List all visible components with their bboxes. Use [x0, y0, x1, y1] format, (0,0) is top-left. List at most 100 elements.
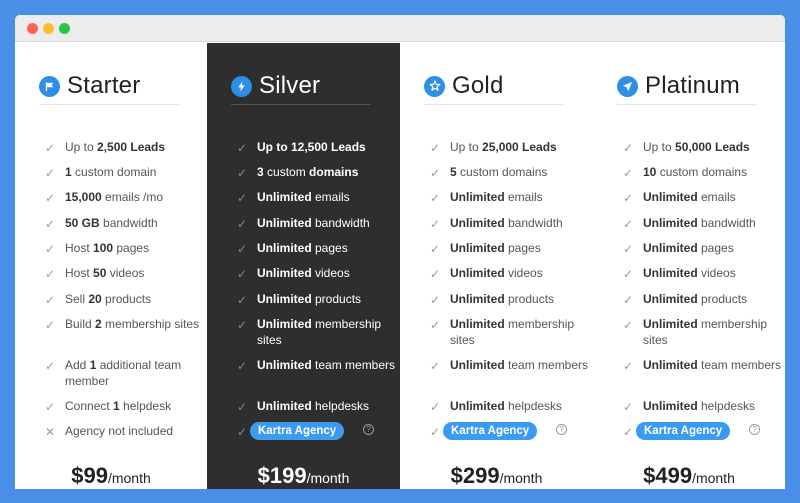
price-amount: $199: [257, 463, 307, 488]
feature-text: Unlimited pages: [643, 241, 734, 255]
price-period: /month: [107, 470, 151, 486]
check-icon: ✓: [430, 359, 441, 373]
help-icon[interactable]: ?: [363, 424, 374, 435]
kartra-agency-badge: Kartra Agency: [443, 422, 538, 440]
check-icon: ✓: [430, 293, 441, 307]
price-amount: $299: [450, 463, 500, 488]
feature-text: 1 custom domain: [65, 165, 157, 179]
price-period: /month: [692, 470, 735, 486]
pricing-table: Starter ✓ Up to 2,500 Leads ✓ 1 custom domai…: [15, 43, 785, 489]
feature-text: Build 2 membership sites: [65, 317, 200, 331]
check-icon: ✓: [623, 141, 634, 155]
plan-header: Platinum: [617, 71, 740, 101]
check-icon: ✓: [430, 166, 441, 180]
price-amount: $99: [71, 463, 108, 488]
check-icon: ✓: [430, 191, 441, 205]
help-icon[interactable]: ?: [749, 424, 760, 435]
check-icon: ✓: [623, 400, 634, 414]
feature-text: Unlimited membership sites: [450, 317, 575, 347]
check-icon: ✓: [237, 242, 248, 256]
check-icon: ✓: [237, 359, 248, 373]
feature-text: 50 GB bandwidth: [65, 216, 158, 230]
feature-text: Unlimited team members: [643, 358, 782, 372]
check-icon: ✓: [45, 318, 56, 332]
feature-text: Up to 25,000 Leads: [450, 140, 557, 154]
feature-text: Sell 20 products: [65, 292, 152, 306]
plan-name: Silver: [259, 72, 321, 99]
check-icon: ✓: [237, 166, 248, 180]
feature-text: Unlimited products: [257, 292, 362, 306]
check-icon: ✓: [623, 191, 634, 205]
feature-text: Unlimited emails: [643, 190, 736, 204]
cross-icon: ✕: [45, 425, 56, 439]
check-icon: ✓: [430, 217, 441, 231]
price-period: /month: [499, 470, 543, 486]
feature-text: 15,000 emails /mo: [65, 190, 164, 204]
feature-text: Up to 2,500 Leads: [65, 140, 166, 154]
kartra-agency-badge: Kartra Agency: [636, 422, 731, 440]
feature-text: Host 50 videos: [65, 266, 145, 280]
feature-text: Up to 12,500 Leads: [257, 140, 366, 154]
feature-text: Unlimited bandwidth: [643, 216, 756, 230]
close-window-button[interactable]: [27, 23, 38, 34]
check-icon: ✓: [237, 191, 248, 205]
star-icon: [424, 75, 445, 97]
plan-column-silver: Silver ✓ Up to 12,500 Leads ✓ 3 custom domai…: [207, 43, 400, 489]
check-icon: ✓: [623, 318, 634, 332]
feature-text: Unlimited videos: [450, 266, 543, 280]
feature-text: Host 100 pages: [65, 241, 150, 255]
plan-price: $199/month: [207, 463, 400, 489]
help-icon[interactable]: ?: [556, 424, 567, 435]
check-icon: ✓: [45, 400, 56, 414]
plan-name: Gold: [452, 72, 504, 99]
flag-icon: [39, 75, 60, 97]
browser-window: Starter ✓ Up to 2,500 Leads ✓ 1 custom domai…: [15, 15, 785, 489]
feature-text: Unlimited products: [643, 292, 748, 306]
check-icon: ✓: [623, 293, 634, 307]
check-icon: ✓: [430, 267, 441, 281]
check-icon: ✓: [237, 267, 248, 281]
feature-text: Unlimited helpdesks: [643, 399, 756, 413]
check-icon: ✓: [237, 318, 248, 332]
check-icon: ✓: [45, 191, 56, 205]
feature-text: Unlimited products: [450, 292, 555, 306]
feature-text: Unlimited helpdesks: [450, 399, 563, 413]
check-icon: ✓: [45, 166, 56, 180]
feature-text: Up to 50,000 Leads: [643, 140, 750, 154]
plan-header: Starter: [39, 71, 140, 101]
feature-text: Unlimited bandwidth: [257, 216, 370, 230]
check-icon: ✓: [45, 141, 56, 155]
check-icon: ✓: [45, 217, 56, 231]
check-icon: ✓: [623, 359, 634, 373]
plan-header: Silver: [231, 71, 320, 101]
price-amount: $499: [643, 463, 693, 488]
check-icon: ✓: [237, 400, 248, 414]
check-icon: ✓: [623, 267, 634, 281]
header-divider: [231, 104, 371, 105]
rocket-icon: [617, 75, 638, 97]
bolt-icon: [231, 75, 252, 97]
check-icon: ✓: [430, 425, 441, 439]
check-icon: ✓: [45, 267, 56, 281]
feature-text: Unlimited membership sites: [643, 317, 768, 347]
plan-column-gold: Gold ✓ Up to 25,000 Leads ✓ 5 custom domains…: [400, 43, 593, 489]
maximize-window-button[interactable]: [59, 23, 70, 34]
plan-column-platinum: Platinum ✓ Up to 50,000 Leads ✓ 10 custom do…: [593, 43, 785, 489]
plan-price: $499/month: [593, 463, 785, 489]
check-icon: ✓: [623, 242, 634, 256]
feature-text: Unlimited pages: [257, 241, 348, 255]
feature-text: 3 custom domains: [257, 165, 359, 179]
feature-text: Unlimited videos: [257, 266, 350, 280]
minimize-window-button[interactable]: [43, 23, 54, 34]
feature-text: Unlimited team members: [450, 358, 589, 372]
check-icon: ✓: [623, 217, 634, 231]
feature-text: Unlimited membership sites: [257, 317, 382, 347]
price-period: /month: [306, 470, 350, 486]
check-icon: ✓: [430, 141, 441, 155]
check-icon: ✓: [623, 425, 634, 439]
feature-text: Unlimited helpdesks: [257, 399, 370, 413]
feature-text: Unlimited videos: [643, 266, 736, 280]
feature-text: Agency not included: [65, 424, 174, 438]
check-icon: ✓: [623, 166, 634, 180]
plan-price: $99/month: [15, 463, 207, 489]
